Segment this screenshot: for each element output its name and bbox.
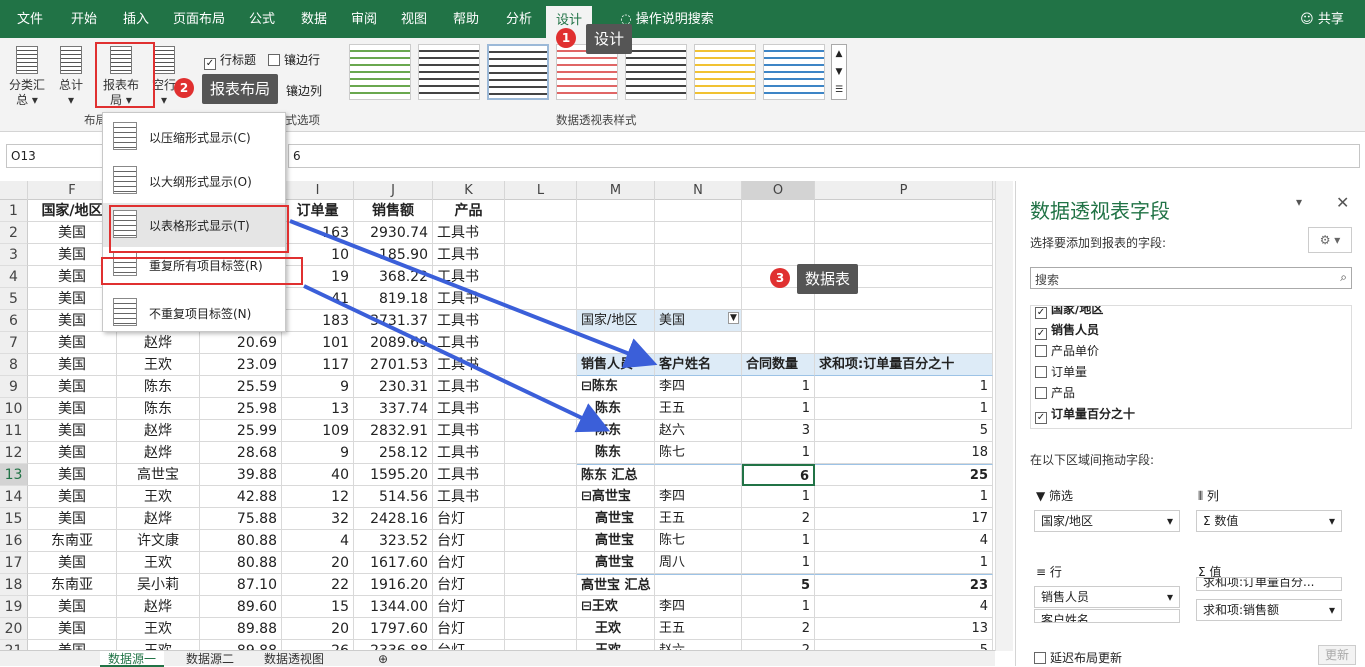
filter-icon: ▼ <box>1036 489 1050 503</box>
chevron-down-icon: ▾ <box>1166 514 1173 528</box>
rows-icon: ≡ <box>1036 565 1050 579</box>
drag-hint: 在以下区域间拖动字段: <box>1030 453 1155 467</box>
row-field-chip[interactable]: 客户姓名 <box>1034 609 1180 623</box>
rows-area-label: ≡ 行 <box>1036 565 1062 579</box>
pane-subtitle: 选择要添加到报表的字段: <box>1030 236 1167 250</box>
update-button[interactable]: 更新 <box>1318 645 1356 665</box>
column-field-chip[interactable]: Σ 数值 ▾ <box>1196 510 1342 532</box>
gear-icon[interactable]: ⚙ ▾ <box>1308 227 1352 253</box>
pane-options-dropdown-icon[interactable]: ▾ <box>1296 195 1302 209</box>
callout-label: 数据表 <box>797 264 859 294</box>
filters-area-label: ▼ 筛选 <box>1036 489 1074 503</box>
field-item[interactable]: ✓ 订单量百分之十 <box>1035 405 1135 424</box>
field-item[interactable]: 订单量 <box>1035 363 1087 380</box>
columns-icon: ⫴ <box>1198 489 1207 503</box>
field-list[interactable]: ✓ 国家/地区 ✓ 销售人员产品单价订单量产品 ✓ 订单量百分之十 <box>1030 305 1352 429</box>
sheet-tab[interactable]: 数据源一 <box>100 651 165 667</box>
field-item[interactable]: 产品单价 <box>1035 342 1099 359</box>
row-field-chip[interactable]: 销售人员 ▾ <box>1034 586 1180 608</box>
search-icon: ⌕ <box>1340 270 1347 284</box>
callout-label: 报表布局 <box>202 74 279 104</box>
sheet-tab[interactable]: 数据源二 <box>178 651 242 667</box>
value-field-chip[interactable]: 求和项:订单量百分... <box>1196 577 1342 591</box>
defer-layout-checkbox[interactable]: 延迟布局更新 <box>1034 649 1122 666</box>
callout-label: 设计 <box>586 24 633 54</box>
callout-badge: 3 <box>770 268 790 288</box>
field-item[interactable]: 产品 <box>1035 384 1075 401</box>
arrow-to-pivot-rows <box>303 284 611 433</box>
close-icon[interactable]: ✕ <box>1336 193 1349 212</box>
arrow-to-pivot-header <box>289 219 658 369</box>
pivot-field-pane: 数据透视表字段 ▾ ✕ 选择要添加到报表的字段: ⚙ ▾ 搜索 ⌕ ✓ 国家/地区 ✓… <box>1015 181 1365 666</box>
sheet-tabs: 数据源一 数据源二 数据透视图 ⊕ <box>0 650 995 667</box>
chevron-down-icon: ▾ <box>1328 514 1335 528</box>
sheet-tab[interactable]: 数据透视图 <box>256 651 332 667</box>
callout-badge: 2 <box>174 78 194 98</box>
value-field-chip[interactable]: 求和项:销售额 ▾ <box>1196 599 1342 621</box>
columns-area-label: ⫴ 列 <box>1198 489 1219 503</box>
pane-title: 数据透视表字段 <box>1030 199 1170 223</box>
add-sheet-icon[interactable]: ⊕ <box>370 651 396 667</box>
callout-badge: 1 <box>556 28 576 48</box>
field-search-input[interactable]: 搜索 ⌕ <box>1030 267 1352 289</box>
filter-field-chip[interactable]: 国家/地区 ▾ <box>1034 510 1180 532</box>
field-item[interactable]: ✓ 国家/地区 <box>1035 306 1103 319</box>
field-item[interactable]: ✓ 销售人员 <box>1035 321 1099 340</box>
